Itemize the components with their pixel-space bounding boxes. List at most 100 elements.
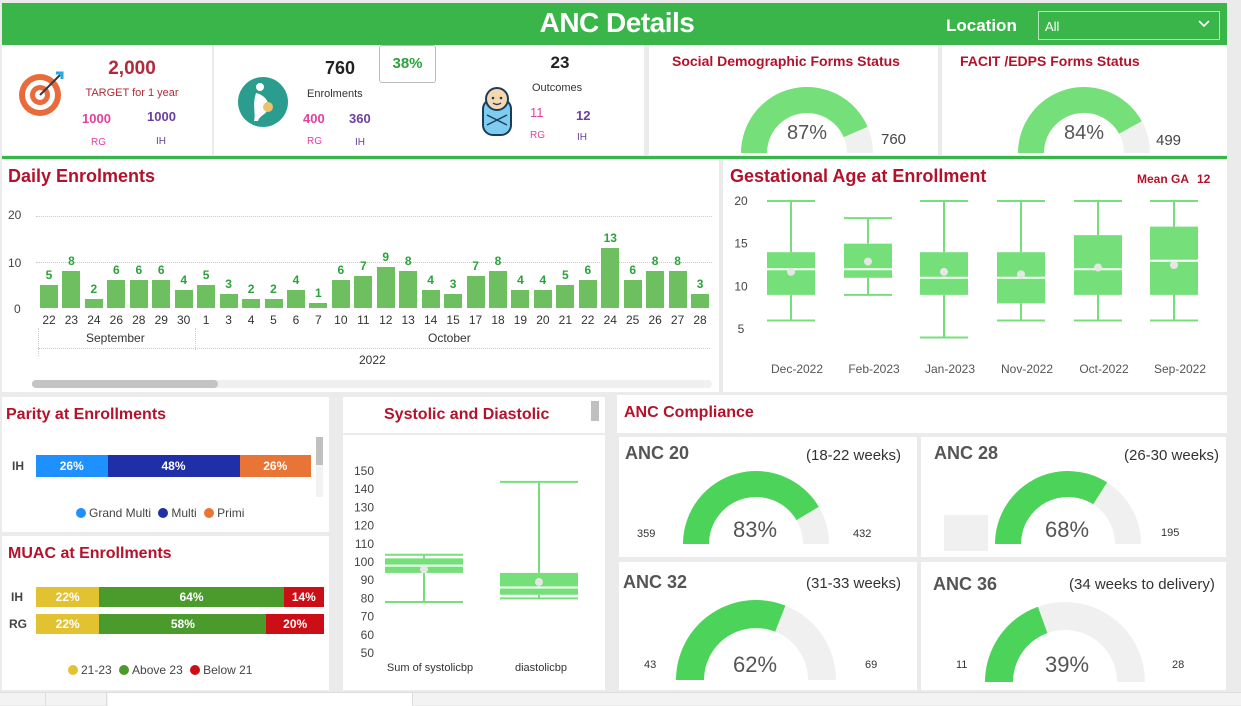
- daily-bar[interactable]: [376, 266, 395, 308]
- daily-bar-label: 3: [696, 277, 704, 292]
- target-value: 2,000: [108, 58, 156, 79]
- daily-bar-label: 6: [584, 263, 592, 278]
- month-october: October: [428, 331, 471, 345]
- target-ih-label: IH: [156, 136, 166, 147]
- legend-below-21: Below 21: [203, 663, 253, 677]
- axis-divider: [195, 328, 196, 350]
- daily-bar[interactable]: [354, 275, 373, 308]
- gest-mean-dot: [940, 267, 948, 276]
- daily-x-tick: 24: [603, 313, 617, 327]
- daily-bar-label: 2: [270, 281, 277, 296]
- page-tab[interactable]: [45, 693, 107, 706]
- parity-seg-multi: 48%: [107, 455, 240, 477]
- daily-bar-label: 13: [603, 231, 617, 246]
- anc-28-range: (26-30 weeks): [1124, 447, 1220, 464]
- daily-bar[interactable]: [40, 285, 58, 308]
- social-forms-title: Social Demographic Forms Status: [672, 53, 900, 69]
- daily-bar[interactable]: [533, 289, 552, 308]
- daily-bar-label: 4: [427, 272, 434, 287]
- daily-x-tick: 28: [132, 313, 146, 327]
- scrollbar-thumb[interactable]: [32, 380, 218, 388]
- facit-forms-total: 499: [1156, 132, 1182, 149]
- anc-32-card: ANC 32 (31-33 weeks) 62% 43 69: [619, 562, 917, 690]
- daily-x-tick: 11: [357, 313, 370, 327]
- daily-bar[interactable]: [197, 285, 216, 308]
- daily-bar-label: 6: [135, 263, 143, 278]
- target-card: 2,000 TARGET for 1 year 1000 1000 RG IH: [2, 45, 212, 155]
- daily-x-tick: 17: [468, 313, 483, 327]
- daily-bar[interactable]: [309, 303, 328, 308]
- daily-bar[interactable]: [444, 294, 463, 308]
- anc-36-card: ANC 36 (34 weeks to delivery) 39% 11 28: [921, 562, 1226, 690]
- daily-bar[interactable]: [556, 285, 575, 308]
- daily-bar[interactable]: [107, 280, 126, 308]
- muac-rg-seg-21-23: 22%: [36, 614, 100, 634]
- daily-bar-label: 1: [315, 286, 322, 301]
- gest-mean-dot: [1170, 261, 1178, 269]
- daily-bar[interactable]: [421, 289, 440, 308]
- daily-bar[interactable]: [668, 271, 687, 308]
- muac-panel: MUAC at Enrollments IH 22% 64% 14% RG 22…: [2, 536, 329, 690]
- daily-bar[interactable]: [174, 289, 193, 308]
- location-dropdown[interactable]: All: [1038, 11, 1220, 40]
- daily-bar[interactable]: [691, 294, 710, 308]
- daily-bar[interactable]: [331, 280, 350, 308]
- target-rg-value: 1000: [82, 111, 111, 126]
- daily-bar[interactable]: [489, 271, 507, 308]
- gestational-age-panel: Gestational Age at Enrollment Mean GA 12…: [723, 160, 1227, 392]
- daily-x-tick: 10: [334, 313, 348, 327]
- daily-bar[interactable]: [286, 289, 305, 308]
- daily-bar[interactable]: [62, 271, 81, 308]
- anc-32-pct: 62%: [732, 652, 778, 677]
- axis-divider: [38, 328, 39, 356]
- anc-20-range: (18-22 weeks): [806, 447, 902, 464]
- legend-dot-grand-multi: [76, 508, 86, 518]
- anc-title: ANC Compliance: [624, 404, 754, 421]
- daily-bar[interactable]: [242, 298, 261, 308]
- horizontal-scrollbar[interactable]: [32, 380, 712, 388]
- daily-x-tick: 15: [446, 313, 460, 327]
- target-icon: [19, 71, 64, 116]
- social-forms-total: 760: [881, 131, 907, 148]
- daily-bar[interactable]: [264, 298, 283, 308]
- bp-x-tick: Sum of systolicbp: [387, 662, 473, 674]
- daily-x-tick: 21: [558, 313, 573, 327]
- muac-rg-seg-below-21: 20%: [266, 614, 324, 634]
- daily-x-tick: 23: [64, 313, 79, 327]
- parity-scrollbar[interactable]: [316, 437, 323, 497]
- daily-bar[interactable]: [578, 280, 597, 308]
- anc-36-pct: 39%: [1044, 652, 1090, 677]
- muac-title: MUAC at Enrollments: [8, 545, 172, 562]
- daily-bar[interactable]: [152, 280, 171, 308]
- daily-bar-label: 4: [539, 272, 547, 287]
- daily-x-tick: 28: [693, 313, 707, 327]
- daily-bar[interactable]: [399, 271, 418, 308]
- daily-x-tick: 22: [581, 313, 595, 327]
- daily-bar-label: 5: [202, 268, 210, 282]
- header-divider: [2, 156, 1227, 159]
- page-tab[interactable]: [108, 693, 413, 706]
- daily-bar[interactable]: [129, 280, 148, 308]
- anc-32-title: ANC 32: [623, 572, 688, 592]
- enrolments-rg-value: 400: [303, 111, 325, 126]
- daily-bar[interactable]: [601, 248, 620, 308]
- daily-bar[interactable]: [511, 289, 530, 308]
- outcomes-value: 23: [550, 53, 570, 72]
- outcomes-ih-label: IH: [577, 132, 587, 143]
- parity-scrollbar-thumb[interactable]: [316, 437, 323, 465]
- legend-21-23: 21-23: [81, 663, 112, 677]
- bp-y-tick: 100: [354, 555, 374, 569]
- anc-32-left-value: 43: [644, 659, 657, 671]
- anc-28-placeholder: [944, 515, 988, 551]
- daily-bar[interactable]: [646, 271, 665, 308]
- daily-bar-label: 8: [674, 254, 681, 269]
- daily-bar[interactable]: [466, 275, 485, 308]
- daily-bar[interactable]: [623, 280, 642, 308]
- outcomes-rg-value: 11: [530, 105, 544, 120]
- enrolments-pct-badge: 38%: [379, 45, 436, 83]
- daily-bar[interactable]: [219, 294, 238, 308]
- daily-bar[interactable]: [84, 298, 103, 308]
- social-forms-pct: 87%: [786, 122, 828, 144]
- pregnant-icon: [238, 77, 288, 127]
- parity-title: Parity at Enrollments: [6, 406, 167, 423]
